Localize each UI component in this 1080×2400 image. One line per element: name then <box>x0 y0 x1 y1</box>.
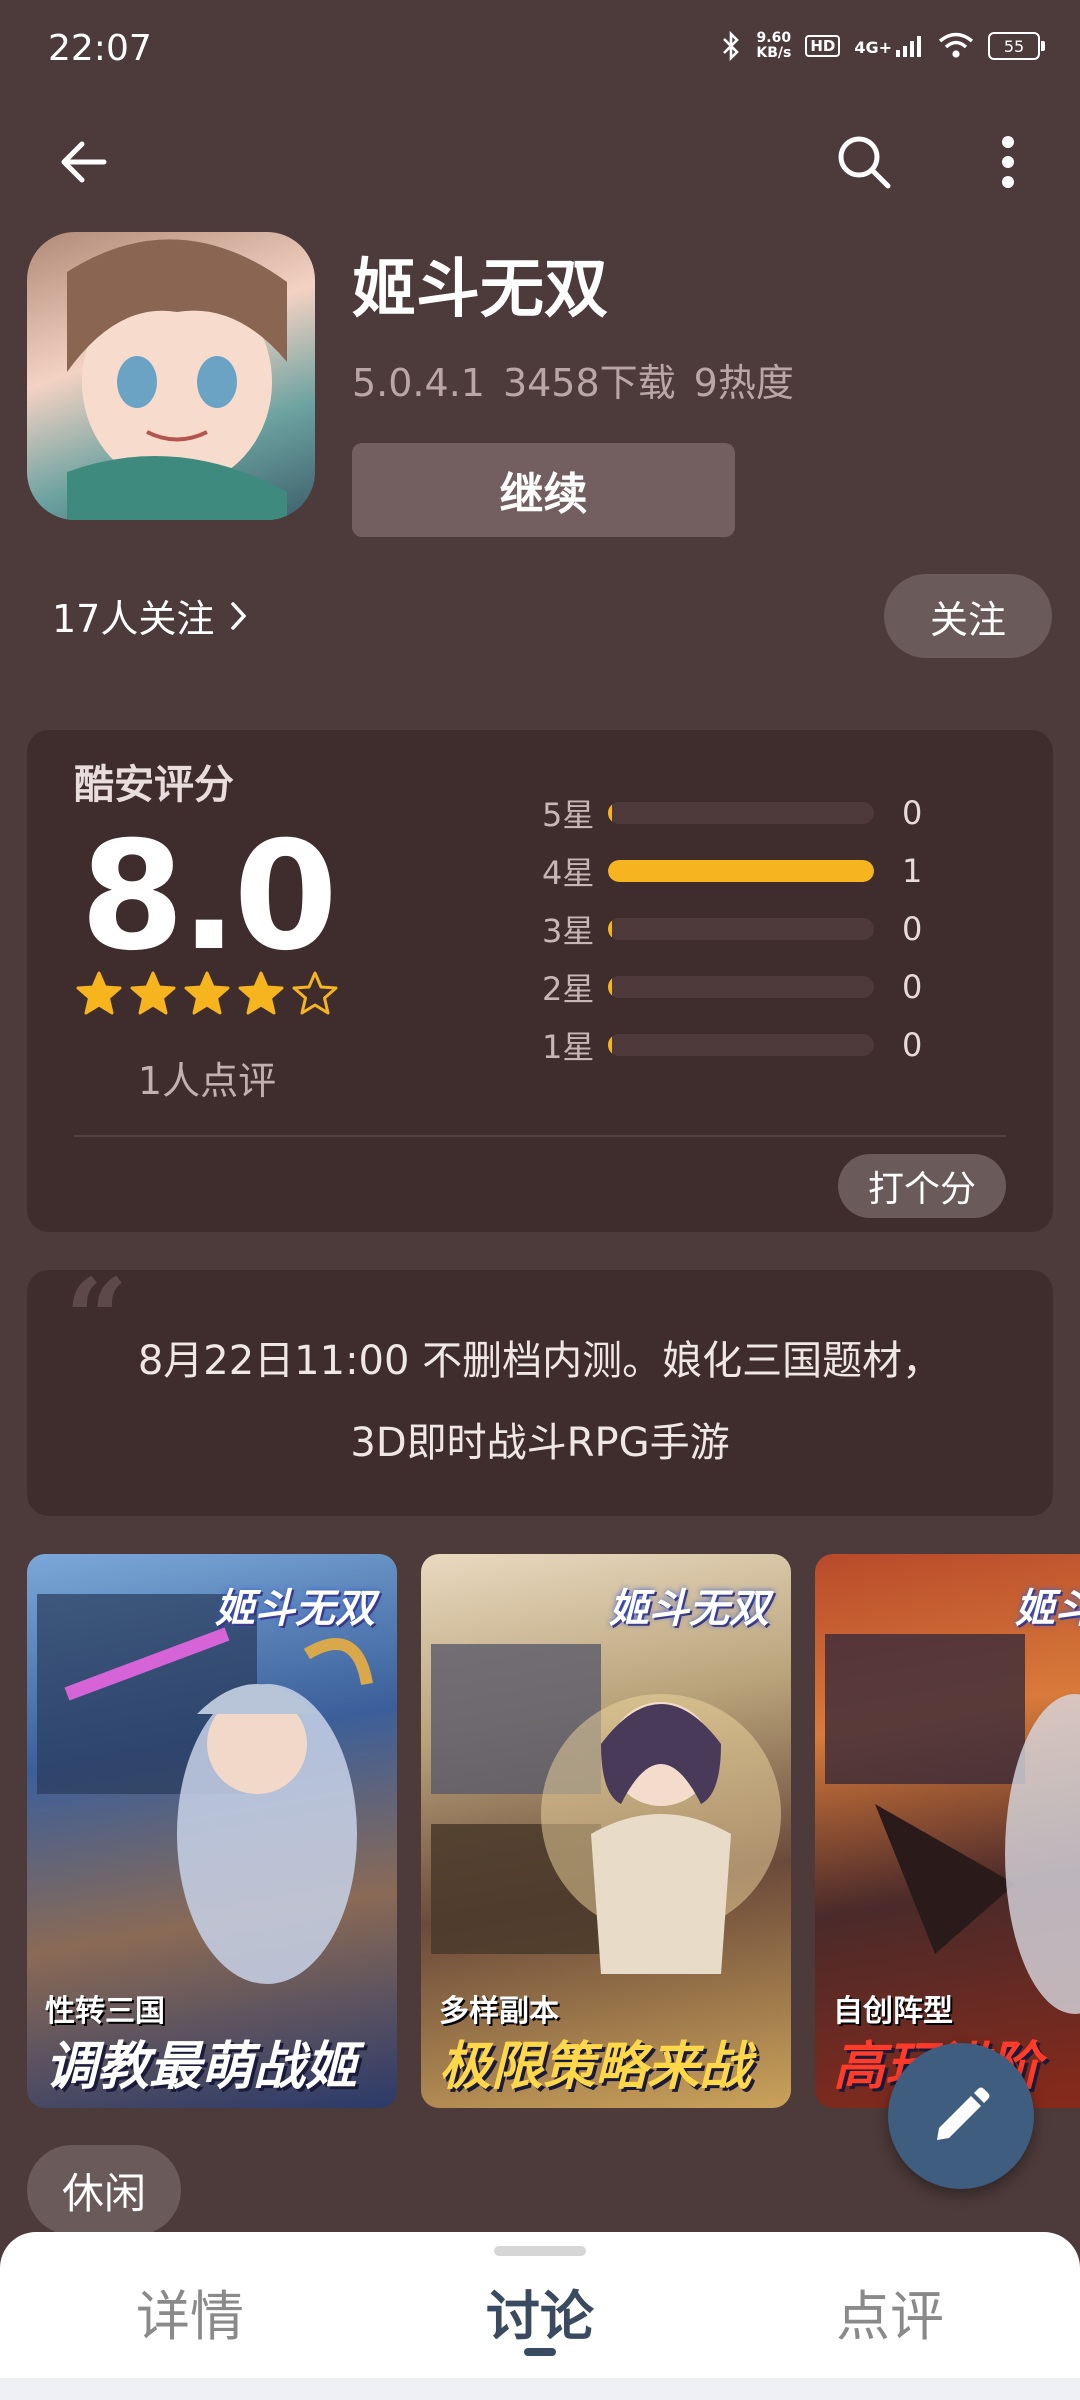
app-downloads: 3458下载 <box>502 361 676 405</box>
more-vert-icon <box>1002 136 1014 188</box>
rating-bar-fill <box>608 860 874 882</box>
rate-button[interactable]: 打个分 <box>838 1154 1006 1218</box>
net-speed-unit: KB/s <box>756 45 792 61</box>
app-icon <box>27 232 315 520</box>
rating-bar-fill <box>608 802 612 824</box>
tag-chip[interactable]: 休闲 <box>27 2145 181 2235</box>
screenshot-caption-big: 调教最萌战姬 <box>45 2037 358 2097</box>
battery-icon: 55 <box>988 32 1045 60</box>
screenshot-caption-big: 极限策略来战 <box>439 2037 752 2097</box>
tab-discussion[interactable]: 讨论 <box>420 2272 660 2351</box>
follow-button[interactable]: 关注 <box>884 574 1052 658</box>
rating-bar-label: 4星 <box>542 854 595 892</box>
system-nav-bar <box>0 2378 1080 2400</box>
rating-bar-track <box>608 1034 874 1056</box>
tab-reviews[interactable]: 点评 <box>770 2272 1010 2351</box>
description-line-1: 8月22日11:00 不删档内测。娘化三国题材， <box>137 1338 943 1384</box>
rating-title: 酷安评分 <box>74 762 234 808</box>
net-speed: 9.60 KB/s <box>756 31 791 61</box>
screenshot-logo: 姬斗无双 <box>609 1586 769 1632</box>
screenshot-logo: 姬斗无双 <box>215 1586 375 1632</box>
rating-bar-label: 3星 <box>542 912 595 950</box>
rating-bar-fill <box>608 918 612 940</box>
rating-bar-row: 4星 1 <box>542 846 922 896</box>
network-type: 4G+ <box>854 38 892 57</box>
rating-stars <box>27 970 387 1018</box>
followers-link[interactable]: 17人关注 <box>52 588 248 643</box>
divider <box>74 1135 1006 1137</box>
battery-level: 55 <box>1003 36 1025 56</box>
status-time: 22:07 <box>48 28 152 69</box>
rating-bar-count: 0 <box>902 968 923 1006</box>
screenshot-1[interactable]: 姬斗无双 性转三国 调教最萌战姬 <box>27 1554 397 2108</box>
rating-bar-row: 1星 0 <box>542 1020 922 1070</box>
app-icon-art <box>67 239 287 520</box>
rating-bar-row: 3星 0 <box>542 904 922 954</box>
more-button[interactable] <box>968 122 1048 202</box>
rating-bar-label: 1星 <box>542 1028 595 1066</box>
rating-score: 8.0 <box>80 810 338 984</box>
drag-handle[interactable] <box>494 2246 586 2256</box>
bottom-tab-bar: 详情 讨论 点评 <box>0 2232 1080 2400</box>
star-filled-icon <box>238 971 284 1015</box>
star-outline-icon <box>292 971 338 1015</box>
active-tab-indicator <box>524 2348 556 2356</box>
description-text: 8月22日11:00 不删档内测。娘化三国题材， 3D即时战斗RPG手游 <box>67 1320 1013 1484</box>
rating-bar-row: 2星 0 <box>542 962 922 1012</box>
search-button[interactable] <box>824 122 904 202</box>
description-line-2: 3D即时战斗RPG手游 <box>350 1420 730 1466</box>
rating-bar-track <box>608 918 874 940</box>
rating-bar-track <box>608 860 874 882</box>
rating-bar-label: 2星 <box>542 970 595 1008</box>
search-icon <box>838 136 891 189</box>
rating-reviewers: 1人点评 <box>137 1059 277 1103</box>
signal-bars-icon <box>896 36 921 57</box>
screenshot-2[interactable]: 姬斗无双 多样副本 极限策略来战 <box>421 1554 791 2108</box>
rating-bar-count: 0 <box>902 794 923 832</box>
app-version: 5.0.4.1 <box>352 361 485 405</box>
chevron-right-icon <box>231 601 247 630</box>
hd-icon: HD <box>805 35 841 57</box>
rating-bar-fill <box>608 976 612 998</box>
rating-bar-fill <box>608 1034 612 1056</box>
app-meta: 5.0.4.1 3458下载 9热度 <box>352 352 812 407</box>
app-heat: 9热度 <box>693 361 794 405</box>
tab-details[interactable]: 详情 <box>70 2272 310 2351</box>
rating-bar-count: 0 <box>902 910 923 948</box>
rating-bar-track <box>608 802 874 824</box>
screenshot-3[interactable]: 姬斗 自创阵型 高玩进阶 <box>815 1554 1080 2108</box>
write-post-button[interactable] <box>888 2043 1034 2189</box>
edit-pencil-icon <box>937 2087 990 2140</box>
star-filled-icon <box>184 971 230 1015</box>
status-icons: 9.60 KB/s HD 4G+ 55 <box>720 30 1045 62</box>
bluetooth-icon <box>723 30 740 62</box>
wifi-icon <box>938 32 974 58</box>
star-filled-icon <box>76 971 122 1015</box>
star-filled-icon <box>130 971 176 1015</box>
net-speed-value: 9.60 <box>756 30 792 46</box>
screenshot-logo: 姬斗 <box>1015 1586 1080 1632</box>
rating-bar-label: 5星 <box>542 796 595 834</box>
followers-count: 17人关注 <box>52 597 215 641</box>
rating-bar-track <box>608 976 874 998</box>
back-button[interactable] <box>44 122 124 202</box>
description-card: “ 8月22日11:00 不删档内测。娘化三国题材， 3D即时战斗RPG手游 <box>27 1264 1053 1516</box>
app-name: 姬斗无双 <box>352 253 608 327</box>
rating-bar-count: 1 <box>902 852 923 890</box>
signal-icon: 4G+ <box>854 35 924 57</box>
rating-card: 酷安评分 8.0 1人点评 5星 0 4星 1 3星 0 2星 0 1星 0 打个分 <box>27 730 1053 1232</box>
rating-bar-count: 0 <box>902 1026 923 1064</box>
arrow-back-icon <box>61 141 107 183</box>
continue-button[interactable]: 继续 <box>352 443 735 537</box>
rating-bar-row: 5星 0 <box>542 788 922 838</box>
